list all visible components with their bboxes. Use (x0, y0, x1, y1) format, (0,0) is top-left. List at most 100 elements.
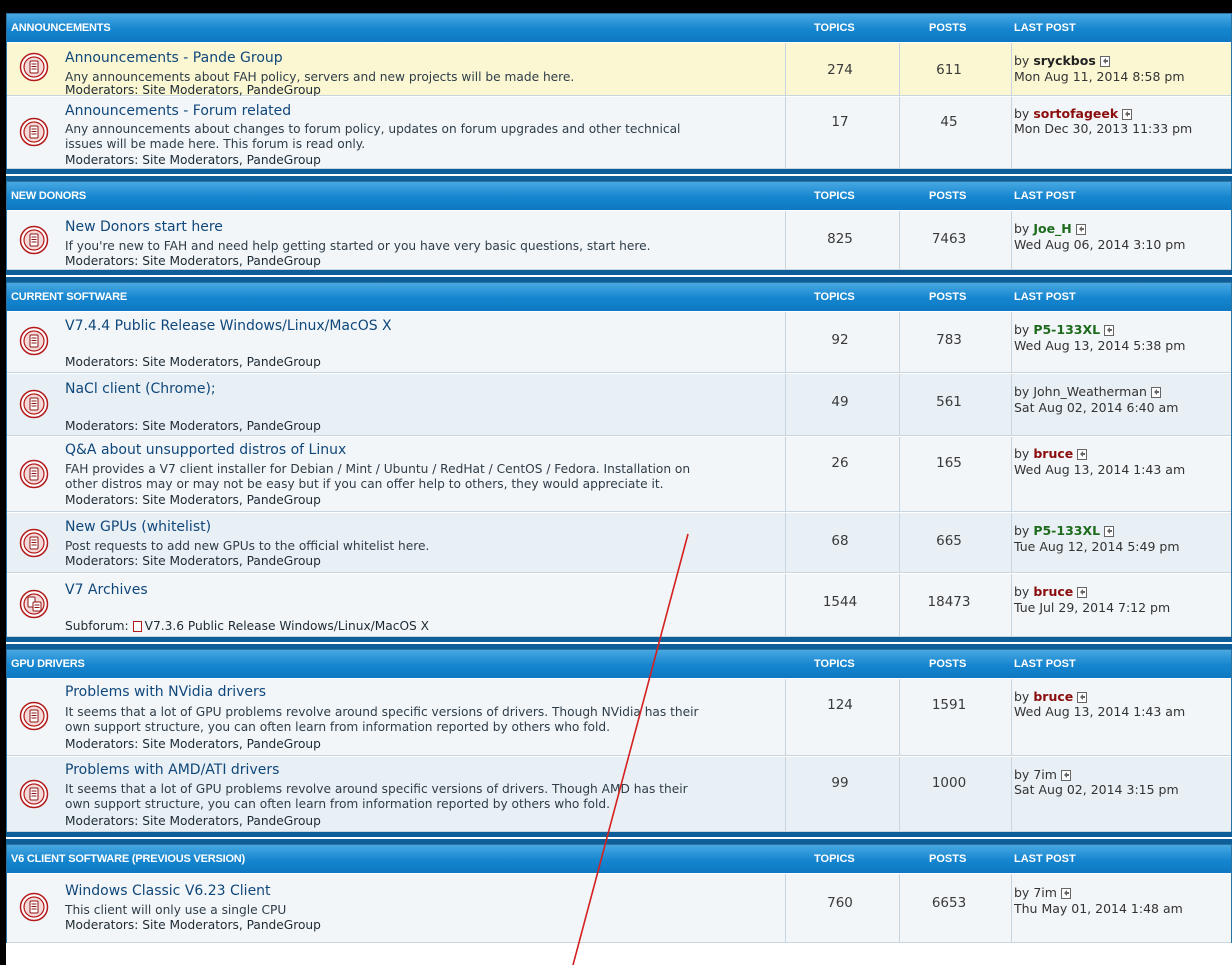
forum-title-link[interactable]: Windows Classic V6.23 Client (65, 883, 271, 899)
section-title[interactable]: V6 CLIENT SOFTWARE (PREVIOUS VERSION) (11, 853, 245, 865)
forum-description-line: other distros may or may not be easy but… (65, 477, 664, 491)
last-post-user-link[interactable]: sryckbos (1033, 53, 1095, 68)
section-header: NEW DONORS TOPICS POSTS LAST POST (7, 182, 1231, 210)
view-latest-post-icon[interactable] (1099, 56, 1111, 67)
section-announcements: ANNOUNCEMENTS TOPICS POSTS LAST POST Ann… (6, 13, 1232, 169)
col-last-post-header: LAST POST (1014, 291, 1076, 303)
forum-read-icon (19, 389, 49, 419)
last-post-user-link[interactable]: P5-133XL (1033, 322, 1100, 337)
last-post-user-link[interactable]: bruce (1033, 689, 1073, 704)
column-divider (785, 679, 786, 755)
column-divider (1011, 874, 1012, 942)
last-post-author: by P5-133XL (1014, 523, 1115, 538)
last-post-author: by John_Weatherman (1014, 384, 1162, 399)
forum-read-icon (19, 779, 49, 809)
last-post-author: by bruce (1014, 689, 1088, 704)
posts-count: 6653 (931, 895, 967, 911)
posts-count: 7463 (931, 231, 967, 247)
view-latest-post-icon[interactable] (1150, 387, 1162, 398)
last-post-author: by bruce (1014, 446, 1088, 461)
forum-description: If you're new to FAH and need help getti… (65, 239, 785, 254)
forum-description-line: It seems that a lot of GPU problems revo… (65, 782, 688, 796)
last-post-author: by 7im (1014, 885, 1072, 900)
section-title[interactable]: NEW DONORS (11, 190, 86, 202)
section-title[interactable]: GPU DRIVERS (11, 658, 85, 670)
by-label: by (1014, 106, 1030, 121)
last-post-user-link[interactable]: 7im (1033, 767, 1057, 782)
by-label: by (1014, 523, 1030, 538)
by-label: by (1014, 584, 1030, 599)
forum-row: Announcements - Forum related Any announ… (7, 96, 1231, 169)
last-post-user-link[interactable]: John_Weatherman (1033, 384, 1147, 399)
view-latest-post-icon[interactable] (1077, 692, 1088, 703)
forum-title-link[interactable]: New GPUs (whitelist) (65, 519, 211, 535)
subforum-line: Subforum: V7.3.6 Public Release Windows/L… (65, 619, 429, 633)
view-latest-post-icon[interactable] (1060, 888, 1072, 899)
topics-count: 1544 (822, 594, 858, 610)
last-post-author: by P5-133XL (1014, 322, 1115, 337)
view-latest-post-icon[interactable] (1104, 325, 1115, 336)
forum-title-link[interactable]: Announcements - Forum related (65, 103, 291, 119)
column-divider (785, 757, 786, 831)
by-label: by (1014, 446, 1030, 461)
forum-moderators: Moderators: Site Moderators, PandeGroup (65, 737, 321, 751)
view-latest-post-icon[interactable] (1075, 224, 1087, 235)
col-posts-header: POSTS (929, 658, 967, 670)
view-latest-post-icon[interactable] (1104, 526, 1115, 537)
view-latest-post-icon[interactable] (1077, 449, 1088, 460)
section-header: V6 CLIENT SOFTWARE (PREVIOUS VERSION) TO… (7, 845, 1231, 873)
column-divider (1011, 97, 1012, 168)
column-divider (899, 97, 900, 168)
forum-description-line: This client will only use a single CPU (65, 903, 287, 917)
last-post-date: Mon Aug 11, 2014 8:58 pm (1014, 69, 1185, 84)
view-latest-post-icon[interactable] (1077, 587, 1088, 598)
column-divider (785, 874, 786, 942)
forum-moderators: Moderators: Site Moderators, PandeGroup (65, 814, 321, 828)
section-title[interactable]: CURRENT SOFTWARE (11, 291, 127, 303)
forum-title-link[interactable]: Announcements - Pande Group (65, 50, 283, 66)
forum-moderators: Moderators: Site Moderators, PandeGroup (65, 493, 321, 507)
section-header: ANNOUNCEMENTS TOPICS POSTS LAST POST (7, 14, 1231, 42)
forum-row: Announcements - Pande Group Any announce… (7, 42, 1231, 97)
column-divider (1011, 437, 1012, 511)
column-divider (1011, 679, 1012, 755)
subforum-link[interactable]: V7.3.6 Public Release Windows/Linux/MacO… (145, 619, 429, 633)
view-latest-post-icon[interactable] (1060, 770, 1072, 781)
topics-count: 26 (831, 455, 849, 471)
forum-title-link[interactable]: Problems with NVidia drivers (65, 684, 266, 700)
last-post-user-link[interactable]: Joe_H (1033, 221, 1071, 236)
posts-count: 665 (936, 533, 962, 549)
forum-title-link[interactable]: New Donors start here (65, 219, 223, 235)
section-current-software: CURRENT SOFTWARE TOPICS POSTS LAST POST … (6, 282, 1232, 637)
section-title[interactable]: ANNOUNCEMENTS (11, 22, 111, 34)
last-post-user-link[interactable]: sortofageek (1033, 106, 1118, 121)
last-post-user-link[interactable]: 7im (1033, 885, 1057, 900)
forum-description: FAH provides a V7 client installer for D… (65, 462, 825, 492)
forum-moderators: Moderators: Site Moderators, PandeGroup (65, 254, 321, 268)
last-post-date: Sat Aug 02, 2014 6:40 am (1014, 400, 1179, 415)
last-post-date: Mon Dec 30, 2013 11:33 pm (1014, 121, 1193, 136)
column-divider (785, 513, 786, 572)
subforum-icon (19, 589, 49, 619)
forum-title-link[interactable]: V7 Archives (65, 582, 148, 598)
last-post-user-link[interactable]: bruce (1033, 446, 1073, 461)
forum-title-link[interactable]: NaCl client (Chrome); (65, 381, 216, 397)
last-post-date: Wed Aug 06, 2014 3:10 pm (1014, 237, 1186, 252)
by-label: by (1014, 53, 1030, 68)
section-gpu-drivers: GPU DRIVERS TOPICS POSTS LAST POST Probl… (6, 649, 1232, 832)
column-divider (785, 211, 786, 269)
last-post-date: Tue Aug 12, 2014 5:49 pm (1014, 539, 1180, 554)
forum-description-line: Post requests to add new GPUs to the off… (65, 539, 430, 553)
last-post-author: by 7im (1014, 767, 1072, 782)
forum-description: Post requests to add new GPUs to the off… (65, 539, 785, 554)
column-divider (785, 97, 786, 168)
forum-title-link[interactable]: Problems with AMD/ATI drivers (65, 762, 279, 778)
last-post-user-link[interactable]: P5-133XL (1033, 523, 1100, 538)
column-divider (1011, 757, 1012, 831)
forum-title-link[interactable]: Q&A about unsupported distros of Linux (65, 442, 346, 458)
view-latest-post-icon[interactable] (1122, 109, 1133, 120)
forum-title-link[interactable]: V7.4.4 Public Release Windows/Linux/MacO… (65, 318, 392, 334)
last-post-user-link[interactable]: bruce (1033, 584, 1073, 599)
section-separator (6, 270, 1232, 282)
forum-read-icon (19, 225, 49, 255)
